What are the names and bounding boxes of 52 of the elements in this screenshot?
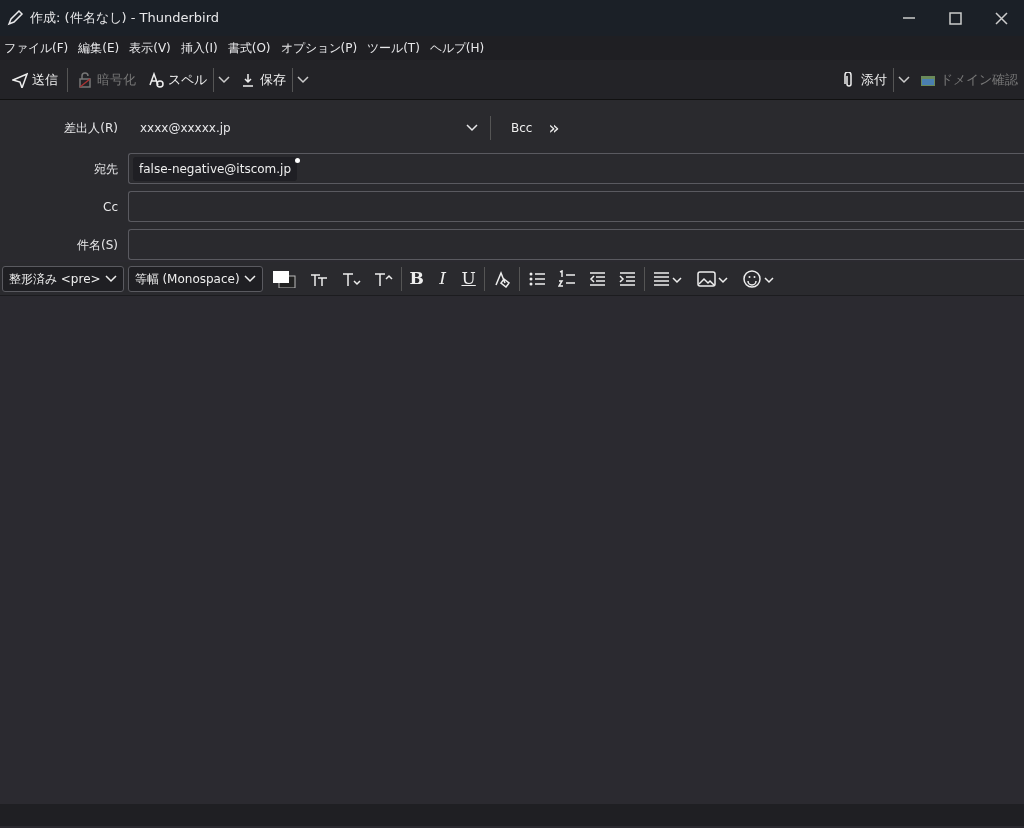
more-button[interactable]: »	[540, 114, 568, 141]
color-picker-icon	[270, 269, 297, 288]
to-label: 宛先	[93, 160, 119, 178]
cc-field[interactable]	[128, 191, 1024, 222]
menu-item[interactable]: ツール(T)	[367, 39, 420, 57]
spell-button[interactable]: スペル	[142, 65, 213, 94]
outdent-icon	[587, 269, 606, 288]
menu-item[interactable]: 表示(V)	[129, 39, 171, 57]
image-icon	[696, 269, 731, 288]
save-button[interactable]: 保存	[234, 65, 292, 94]
recipient-chip[interactable]: false-negative@itscom.jp	[133, 156, 298, 181]
lock-icon	[77, 71, 93, 88]
bcc-button[interactable]: Bcc	[503, 118, 541, 137]
send-button[interactable]: 送信	[6, 65, 64, 94]
download-icon	[240, 71, 256, 88]
menu-item[interactable]: ファイル(F)	[4, 39, 69, 57]
caret-icon	[466, 123, 478, 132]
cc-label: Cc	[102, 198, 119, 216]
eraser-icon	[492, 269, 511, 288]
menu-item[interactable]: 書式(O)	[227, 39, 271, 57]
menu-item[interactable]: オプション(P)	[280, 39, 358, 57]
pencil-icon	[6, 9, 24, 27]
indent-icon	[617, 269, 636, 288]
paragraph-format-select[interactable]: 整形済み <pre>	[2, 265, 124, 292]
align-icon	[652, 269, 685, 288]
font-select[interactable]: 等幅 (Monospace)	[127, 265, 263, 292]
smiley-icon	[742, 269, 777, 288]
minimize-icon	[903, 17, 915, 19]
caret-icon	[898, 75, 910, 84]
caret-icon	[243, 274, 256, 283]
maximize-icon	[948, 11, 962, 25]
italic-button[interactable]: I	[431, 265, 454, 292]
to-field[interactable]: false-negative@itscom.jp	[128, 153, 1024, 184]
send-icon	[12, 71, 28, 88]
menu-item[interactable]: ヘルプ(H)	[429, 39, 485, 57]
attach-button[interactable]: 添付	[835, 65, 893, 94]
subject-label: 件名(S)	[76, 236, 119, 254]
subject-field[interactable]	[128, 229, 1024, 260]
from-label: 差出人(R)	[63, 119, 119, 137]
caret-icon	[104, 274, 117, 283]
window-title: 作成: (件名なし) - Thunderbird	[30, 9, 220, 28]
numbered-list-icon	[557, 269, 576, 288]
menu-item[interactable]: 挿入(I)	[180, 39, 218, 57]
status-dot-icon	[295, 157, 301, 163]
close-icon	[994, 11, 1008, 25]
menu-item[interactable]: 編集(E)	[78, 39, 120, 57]
from-select[interactable]: xxxx@xxxxx.jp	[128, 115, 478, 140]
underline-button[interactable]: U	[457, 265, 480, 292]
caret-icon	[297, 75, 309, 84]
spell-check-icon	[148, 71, 164, 88]
caret-icon	[218, 75, 230, 84]
bold-button[interactable]: B	[405, 265, 428, 292]
